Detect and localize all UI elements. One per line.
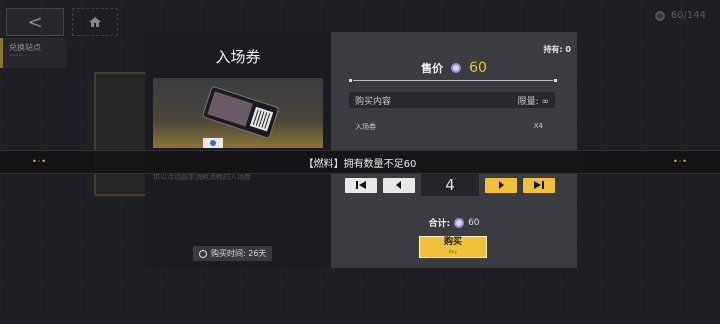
quantity-stepper: 4 xyxy=(345,174,563,196)
fuel-icon xyxy=(451,63,462,73)
max-quantity-button[interactable] xyxy=(523,177,555,193)
bottom-bar xyxy=(0,312,720,324)
toast-text: 【燃料】拥有数量不足60 xyxy=(303,159,417,170)
owned-count: 持有: 0 xyxy=(543,45,571,54)
content-item-name: 入场券 xyxy=(355,123,376,131)
decrease-button[interactable] xyxy=(383,177,415,193)
skip-last-icon xyxy=(534,181,544,189)
limit-header: 限量: ∞ xyxy=(517,96,549,107)
buy-button-label: 购买 xyxy=(443,237,462,247)
item-title: 入场券 xyxy=(215,48,261,66)
divider xyxy=(349,79,557,82)
fuel-icon xyxy=(454,217,465,228)
chevron-left-icon xyxy=(396,181,401,189)
total-value: 60 xyxy=(468,217,480,228)
skip-first-icon xyxy=(356,181,366,189)
increase-button[interactable] xyxy=(485,177,517,193)
total-label: 合计: xyxy=(428,219,451,229)
decor-dots-right: •·• xyxy=(673,157,688,166)
total-row: 合计: 60 xyxy=(331,216,577,229)
min-quantity-button[interactable] xyxy=(345,177,377,193)
content-header: 购买内容 xyxy=(355,96,392,107)
buy-time-text: 购买时间: 26天 xyxy=(211,249,267,258)
content-item-count: X4 xyxy=(533,122,543,130)
quantity-value: 4 xyxy=(421,174,479,196)
ticket-icon xyxy=(202,86,279,148)
content-table-header: 购买内容 限量: ∞ xyxy=(349,92,555,108)
price-label: 售价 xyxy=(421,62,444,75)
toast-notification: •·• 【燃料】拥有数量不足60 •·• xyxy=(0,150,720,174)
price-row: 售价 60 xyxy=(331,60,577,76)
buy-button[interactable]: 购买 Buy xyxy=(419,236,487,258)
chevron-right-icon xyxy=(499,181,504,189)
buy-time-badge: 购买时间: 26天 xyxy=(193,246,273,261)
item-image xyxy=(153,78,323,148)
buy-button-sub: Buy xyxy=(449,249,457,254)
price-value: 60 xyxy=(469,60,487,76)
content-row: 入场券 X4 xyxy=(349,122,555,132)
clock-icon xyxy=(199,249,207,258)
